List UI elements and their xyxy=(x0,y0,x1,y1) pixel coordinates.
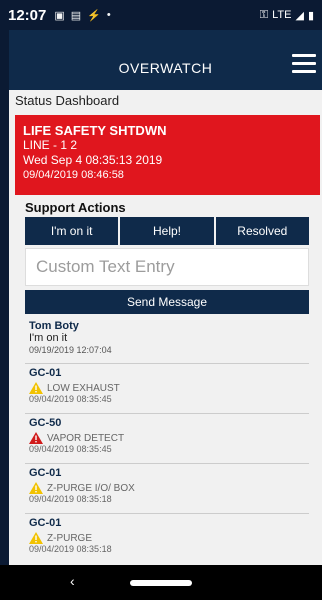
warning-icon xyxy=(29,482,43,494)
battery-icon: ▮ xyxy=(307,9,314,22)
alarm-item-timestamp: 09/04/2019 08:35:18 xyxy=(29,544,112,554)
alarm-description: LOW EXHAUST xyxy=(47,382,120,394)
message-author: Tom Boty xyxy=(29,320,79,332)
alarm-description: Z-PURGE I/O/ BOX xyxy=(47,482,135,494)
dashboard-content: Status Dashboard LIFE SAFETY SHTDWN LINE… xyxy=(9,90,322,565)
divider xyxy=(25,463,309,464)
alarm-banner: LIFE SAFETY SHTDWN LINE - 1 2 Wed Sep 4 … xyxy=(15,115,320,195)
message-icon: ▤ xyxy=(70,9,82,22)
alarm-code: GC-01 xyxy=(29,517,62,529)
warning-icon xyxy=(29,532,43,544)
network-label: LTE xyxy=(272,9,292,21)
alarm-list-item[interactable]: GC-50 VAPOR DETECT 09/04/2019 08:35:45 xyxy=(29,417,305,454)
alarm-code: GC-50 xyxy=(29,417,62,429)
system-nav-bar: ‹ xyxy=(0,565,322,600)
alert-icon xyxy=(29,432,43,444)
status-time: 12:07 xyxy=(8,6,47,24)
dot-icon: • xyxy=(106,8,111,21)
message-item: Tom Boty I'm on it 09/19/2019 12:07:04 xyxy=(29,320,305,355)
alarm-description: Z-PURGE xyxy=(47,532,92,544)
alarm-item-timestamp: 09/04/2019 08:35:18 xyxy=(29,494,112,504)
alarm-line: LINE - 1 2 xyxy=(23,138,78,152)
menu-icon[interactable] xyxy=(292,54,316,74)
alarm-list-item[interactable]: GC-01 Z-PURGE 09/04/2019 08:35:18 xyxy=(29,517,305,554)
alarm-code: GC-01 xyxy=(29,467,62,479)
divider xyxy=(25,513,309,514)
support-actions-bar: I'm on it Help! Resolved xyxy=(25,217,309,245)
home-handle[interactable] xyxy=(130,580,192,586)
support-actions-title: Support Actions xyxy=(25,200,126,215)
alarm-title: LIFE SAFETY SHTDWN xyxy=(23,123,167,138)
usb-icon: ⚡ xyxy=(87,9,101,22)
alarm-description: VAPOR DETECT xyxy=(47,432,125,444)
status-notification-icons: ▣ ▤ ⚡ • xyxy=(54,9,110,22)
status-right: ⚿ LTE ◢ ▮ xyxy=(260,9,314,22)
alarm-item-timestamp: 09/04/2019 08:35:45 xyxy=(29,444,112,454)
alarm-item-timestamp: 09/04/2019 08:35:45 xyxy=(29,394,112,404)
key-icon: ⚿ xyxy=(259,8,269,21)
image-icon: ▣ xyxy=(54,9,65,22)
message-text: I'm on it xyxy=(29,332,68,344)
warning-icon xyxy=(29,382,43,394)
alarm-datetime: Wed Sep 4 08:35:13 2019 xyxy=(23,153,163,167)
resolved-button[interactable]: Resolved xyxy=(215,217,309,245)
message-timestamp: 09/19/2019 12:07:04 xyxy=(29,345,112,355)
alarm-list-item[interactable]: GC-01 LOW EXHAUST 09/04/2019 08:35:45 xyxy=(29,367,305,404)
alarm-code: GC-01 xyxy=(29,367,62,379)
divider xyxy=(25,413,309,414)
alarm-list-item[interactable]: GC-01 Z-PURGE I/O/ BOX 09/04/2019 08:35:… xyxy=(29,467,305,504)
dashboard-title: Status Dashboard xyxy=(15,93,120,108)
app-title: OVERWATCH xyxy=(118,60,213,76)
help-button[interactable]: Help! xyxy=(120,217,214,245)
status-bar: 12:07 ▣ ▤ ⚡ • ⚿ LTE ◢ ▮ xyxy=(0,0,322,30)
divider xyxy=(25,363,309,364)
back-icon[interactable]: ‹ xyxy=(70,573,75,589)
app-header: OVERWATCH xyxy=(9,30,322,90)
send-message-button[interactable]: Send Message xyxy=(25,290,309,314)
custom-text-input[interactable] xyxy=(25,248,309,286)
alarm-timestamp: 09/04/2019 08:46:58 xyxy=(23,169,124,181)
im-on-it-button[interactable]: I'm on it xyxy=(25,217,119,245)
signal-icon: ◢ xyxy=(295,9,304,22)
